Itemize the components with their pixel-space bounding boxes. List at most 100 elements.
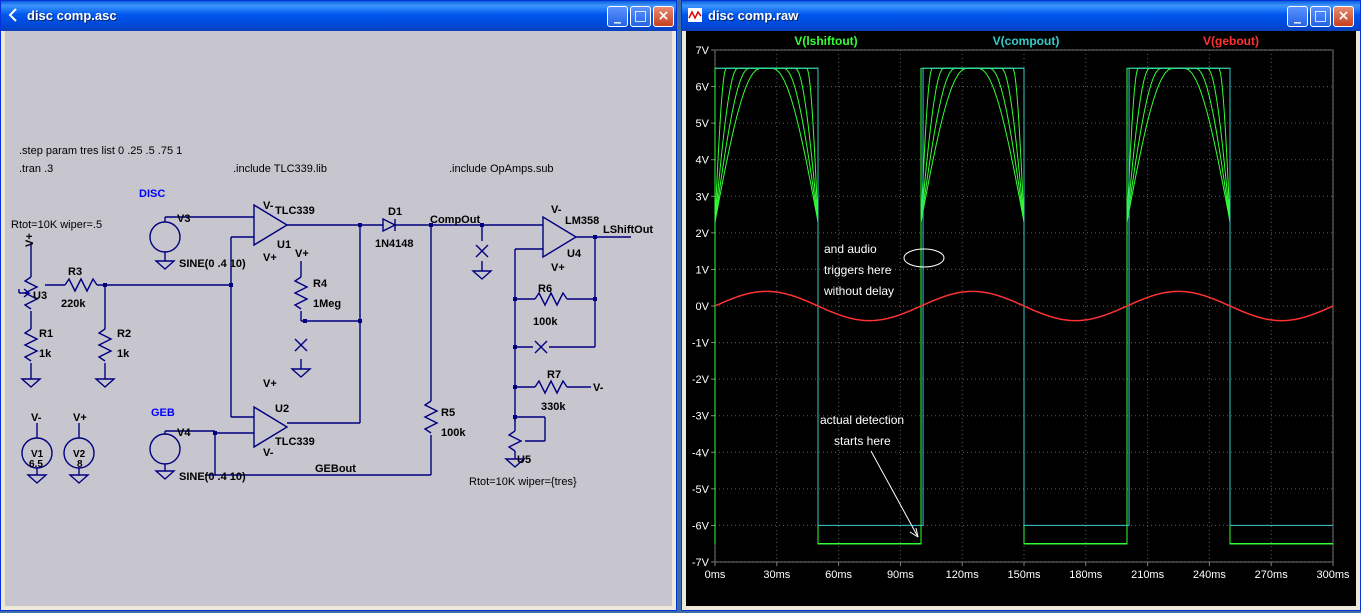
schematic-window-title: disc comp.asc	[27, 8, 117, 23]
v1-vminus-label: V-	[31, 412, 42, 424]
r6-label: R6	[538, 283, 552, 295]
u1-model: TLC339	[275, 205, 315, 217]
trace-legend[interactable]: V(lshiftout) V(compout) V(gebout)	[794, 34, 1259, 48]
v2-value: 8	[77, 459, 83, 470]
x-tick-label: 120ms	[946, 569, 980, 581]
x-tick-label: 210ms	[1131, 569, 1165, 581]
u1-vminus-label: V-	[263, 200, 274, 212]
compout-label: CompOut	[430, 214, 480, 226]
waveform-canvas[interactable]: 7V 6V 5V 4V 3V 2V 1V 0V -1V -2V -3V -4V -5V -6V -7V 0m…	[686, 31, 1356, 606]
close-button[interactable]: ×	[653, 6, 674, 27]
r3-label: R3	[68, 266, 82, 278]
u5-label: U5	[517, 454, 531, 466]
step-directive: .step param tres list 0 .25 .5 .75 1	[19, 145, 182, 157]
r7-value: 330k	[541, 401, 566, 413]
x-tick-label: 0ms	[705, 569, 726, 581]
maximize-button[interactable]: □	[1310, 6, 1331, 27]
v1-value: 6.5	[29, 459, 43, 470]
rtot2-label: Rtot=10K wiper={tres}	[469, 476, 577, 488]
schematic-window: disc comp.asc _ □ × .step param tres lis…	[0, 0, 677, 611]
rtot1-label: Rtot=10K wiper=.5	[11, 219, 102, 231]
u3-label: U3	[33, 290, 47, 302]
r1-value: 1k	[39, 348, 52, 360]
x-axis-labels: 0ms 30ms 60ms 90ms 120ms 150ms 180ms 210ms 240ms…	[705, 569, 1350, 581]
r3-value: 220k	[61, 298, 86, 310]
u4-model: LM358	[565, 215, 599, 227]
annotation-arrow	[870, 450, 919, 538]
y-tick-label: -2V	[692, 374, 710, 386]
waveform-app-icon	[688, 8, 702, 22]
y-axis-labels: 7V 6V 5V 4V 3V 2V 1V 0V -1V -2V -3V -4V -5V -6V -7V	[692, 45, 710, 569]
u1-label: U1	[277, 239, 291, 251]
annotation-audio-1: and audio	[824, 242, 877, 256]
y-tick-label: 6V	[696, 82, 710, 94]
trace-compout	[715, 67, 1333, 526]
r1-label: R1	[39, 328, 53, 340]
plot-grid	[711, 49, 1334, 566]
waveform-titlebar[interactable]: disc comp.raw _ □ ×	[682, 1, 1360, 31]
lshiftout-label: LShiftOut	[603, 224, 653, 236]
schematic-app-icon	[8, 8, 17, 22]
r2-value: 1k	[117, 348, 130, 360]
x-tick-label: 150ms	[1007, 569, 1041, 581]
minimize-button[interactable]: _	[1287, 6, 1308, 27]
y-tick-label: 1V	[696, 264, 710, 276]
x-tick-label: 240ms	[1193, 569, 1227, 581]
x-tick-label: 300ms	[1316, 569, 1350, 581]
r7-vminus-label: V-	[593, 382, 604, 394]
r5-label: R5	[441, 407, 455, 419]
y-tick-label: -4V	[692, 447, 710, 459]
waveform-plot: 7V 6V 5V 4V 3V 2V 1V 0V -1V -2V -3V -4V -5V -6V -7V 0m…	[692, 34, 1350, 581]
v3-value: SINE(0 .4 10)	[179, 258, 246, 270]
y-tick-label: 4V	[696, 155, 710, 167]
annotation-detect-2: starts here	[834, 434, 891, 448]
include-tlc-directive: .include TLC339.lib	[233, 163, 327, 175]
schematic-drawing: .step param tres list 0 .25 .5 .75 1 .tr…	[11, 145, 653, 488]
annotation-audio-3: without delay	[823, 284, 894, 298]
v4-value: SINE(0 .4 10)	[179, 471, 246, 483]
y-tick-label: 0V	[696, 301, 710, 313]
x-tick-label: 30ms	[763, 569, 790, 581]
d1-model: 1N4148	[375, 238, 414, 250]
x-tick-label: 270ms	[1255, 569, 1289, 581]
disc-label: DISC	[139, 188, 165, 200]
legend-vlshiftout[interactable]: V(lshiftout)	[794, 34, 857, 48]
x-tick-label: 180ms	[1069, 569, 1103, 581]
d1-label: D1	[388, 206, 402, 218]
schematic-titlebar[interactable]: disc comp.asc _ □ ×	[1, 1, 676, 31]
r4-vplus-label: V+	[295, 248, 309, 260]
u4-vplus-label: V+	[551, 262, 565, 274]
u1-vplus-label: V+	[263, 252, 277, 264]
close-button[interactable]: ×	[1333, 6, 1354, 27]
u4-vminus-label: V-	[551, 204, 562, 216]
include-opamps-directive: .include OpAmps.sub	[449, 163, 554, 175]
y-tick-label: 2V	[696, 228, 710, 240]
y-tick-label: -6V	[692, 520, 710, 532]
v3-label: V3	[177, 213, 190, 225]
waveform-window-title: disc comp.raw	[708, 8, 799, 23]
v4-label: V4	[177, 427, 191, 439]
annotation-detect-1: actual detection	[820, 413, 904, 427]
x-tick-label: 60ms	[825, 569, 852, 581]
u4-label: U4	[567, 248, 582, 260]
v2-vplus-label: V+	[73, 412, 87, 424]
r6-value: 100k	[533, 316, 558, 328]
schematic-canvas[interactable]: .step param tres list 0 .25 .5 .75 1 .tr…	[5, 31, 672, 606]
legend-vgebout[interactable]: V(gebout)	[1203, 34, 1259, 48]
waveform-window: disc comp.raw _ □ × 7V 6V 5V 4V 3V 2V 1V 0V -1V -…	[681, 0, 1361, 611]
y-tick-label: 7V	[696, 45, 710, 57]
r5-value: 100k	[441, 427, 466, 439]
legend-vcompout[interactable]: V(compout)	[993, 34, 1060, 48]
annotation-ellipse	[903, 248, 945, 268]
gebout-label: GEBout	[315, 463, 356, 475]
r7-label: R7	[547, 369, 561, 381]
u2-vminus-label: V-	[263, 447, 274, 459]
u2-model: TLC339	[275, 436, 315, 448]
y-tick-label: -1V	[692, 338, 710, 350]
y-tick-label: -7V	[692, 557, 710, 569]
maximize-button[interactable]: □	[630, 6, 651, 27]
geb-label: GEB	[151, 407, 175, 419]
y-tick-label: 5V	[696, 118, 710, 130]
r2-label: R2	[117, 328, 131, 340]
minimize-button[interactable]: _	[607, 6, 628, 27]
